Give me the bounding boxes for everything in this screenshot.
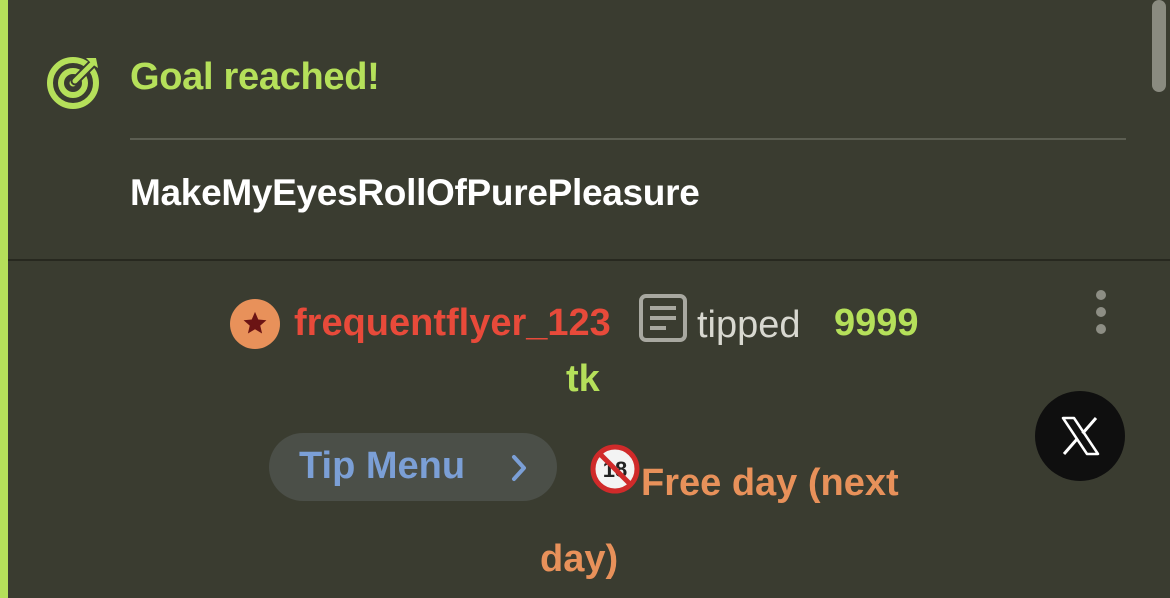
goal-divider xyxy=(130,138,1126,140)
goal-title: Goal reached! xyxy=(130,56,380,98)
username-link[interactable]: frequentflyer_123 xyxy=(294,302,611,345)
x-logo-icon xyxy=(1061,416,1100,456)
tip-unit: tk xyxy=(566,358,600,400)
goal-name: MakeMyEyesRollOfPurePleasure xyxy=(130,172,700,213)
tip-menu-item-text: Free day (next day) xyxy=(540,462,899,580)
tip-amount: 9999 xyxy=(834,302,919,344)
user-rank-badge xyxy=(230,299,280,349)
tip-menu-button[interactable]: Tip Menu xyxy=(269,433,557,501)
chevron-right-icon xyxy=(512,455,526,481)
tip-action-text: tipped xyxy=(697,304,801,346)
target-icon xyxy=(47,57,99,109)
goal-accent-bar xyxy=(0,0,8,598)
scrollbar-thumb[interactable] xyxy=(1152,0,1166,92)
x-share-button[interactable] xyxy=(1035,391,1125,481)
more-options-icon[interactable] xyxy=(1090,290,1112,342)
message-divider xyxy=(8,259,1170,261)
star-icon xyxy=(243,311,267,334)
tip-note-icon[interactable] xyxy=(638,293,688,343)
chat-panel: Goal reached! MakeMyEyesRollOfPurePleasu… xyxy=(0,0,1170,598)
tip-menu-label: Tip Menu xyxy=(299,445,466,487)
